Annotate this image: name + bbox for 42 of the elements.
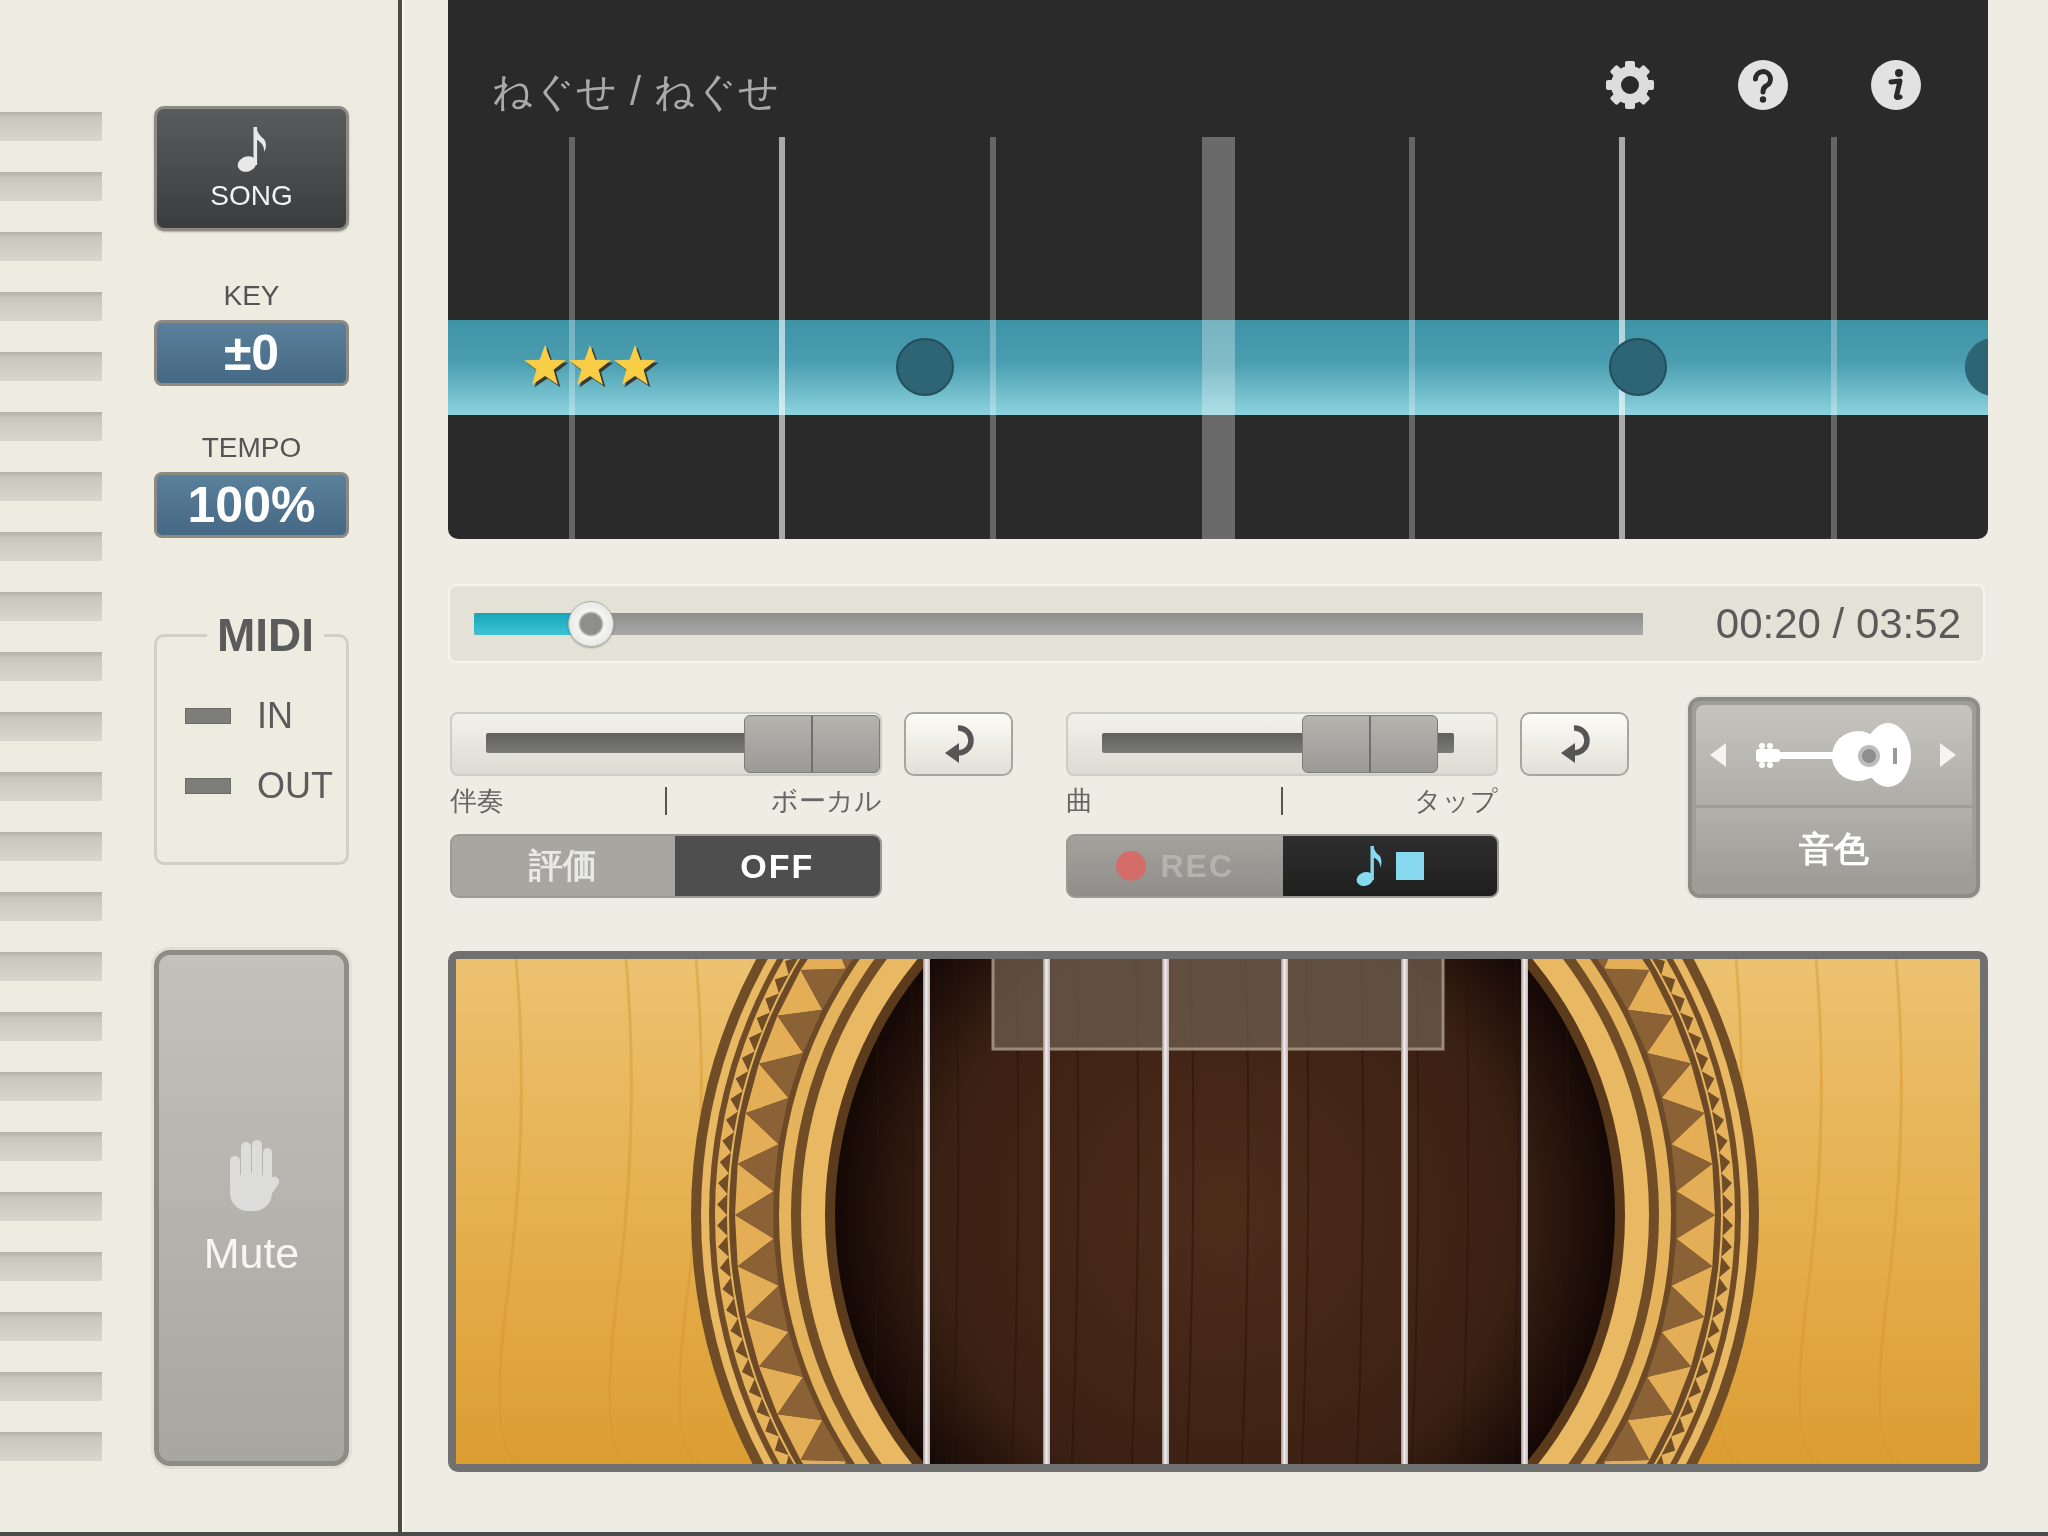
guitar-string[interactable] xyxy=(1043,959,1050,1464)
time-readout: 00:20 / 03:52 xyxy=(1715,599,1961,648)
note-marker xyxy=(1609,338,1667,396)
note-marker xyxy=(1964,338,1988,396)
key-button[interactable]: ±0 xyxy=(154,320,349,386)
record-dot-icon xyxy=(1116,851,1147,881)
port-label: OUT xyxy=(257,765,333,807)
reset-button[interactable] xyxy=(904,712,1013,776)
play-button[interactable] xyxy=(1282,836,1497,896)
settings-icon[interactable] xyxy=(1604,59,1656,111)
tempo-button[interactable]: 100% xyxy=(154,472,349,538)
left-arrow-icon[interactable] xyxy=(1710,743,1726,767)
guitar-string[interactable] xyxy=(923,959,930,1464)
progress-thumb[interactable] xyxy=(567,600,614,647)
balance-left-label: 伴奏 xyxy=(450,785,504,818)
midi-title: MIDI xyxy=(215,612,316,658)
guitar-icon xyxy=(1754,721,1912,789)
info-icon[interactable] xyxy=(1870,59,1922,111)
help-icon[interactable] xyxy=(1737,59,1789,111)
song-title: ねぐせ / ねぐせ xyxy=(492,68,781,115)
guitar-string[interactable] xyxy=(1162,959,1169,1464)
reset-button[interactable] xyxy=(1520,712,1629,776)
balance-slider[interactable] xyxy=(450,712,882,776)
music-note-icon xyxy=(236,125,267,172)
tempo-label: TEMPO xyxy=(201,431,302,465)
right-arrow-icon[interactable] xyxy=(1940,743,1956,767)
guitar-string[interactable] xyxy=(1281,959,1288,1464)
guitar-string[interactable] xyxy=(1521,959,1528,1464)
evaluation-toggle[interactable]: 評価 OFF xyxy=(450,834,882,898)
balance-right-label: タップ xyxy=(1414,785,1498,818)
balance-slider[interactable] xyxy=(1066,712,1498,776)
song-button[interactable]: SONG xyxy=(154,106,349,231)
balance-right-label: ボーカル xyxy=(771,785,882,818)
key-label: KEY xyxy=(223,279,280,313)
balance-left-label: 曲 xyxy=(1066,785,1093,818)
music-note-icon xyxy=(1355,845,1382,887)
slider-thumb[interactable] xyxy=(1301,715,1438,773)
port-label: IN xyxy=(257,695,293,737)
slider-thumb[interactable] xyxy=(744,715,880,773)
stop-icon xyxy=(1395,852,1424,880)
guitar-string[interactable] xyxy=(1401,959,1408,1464)
note-marker xyxy=(896,338,954,396)
